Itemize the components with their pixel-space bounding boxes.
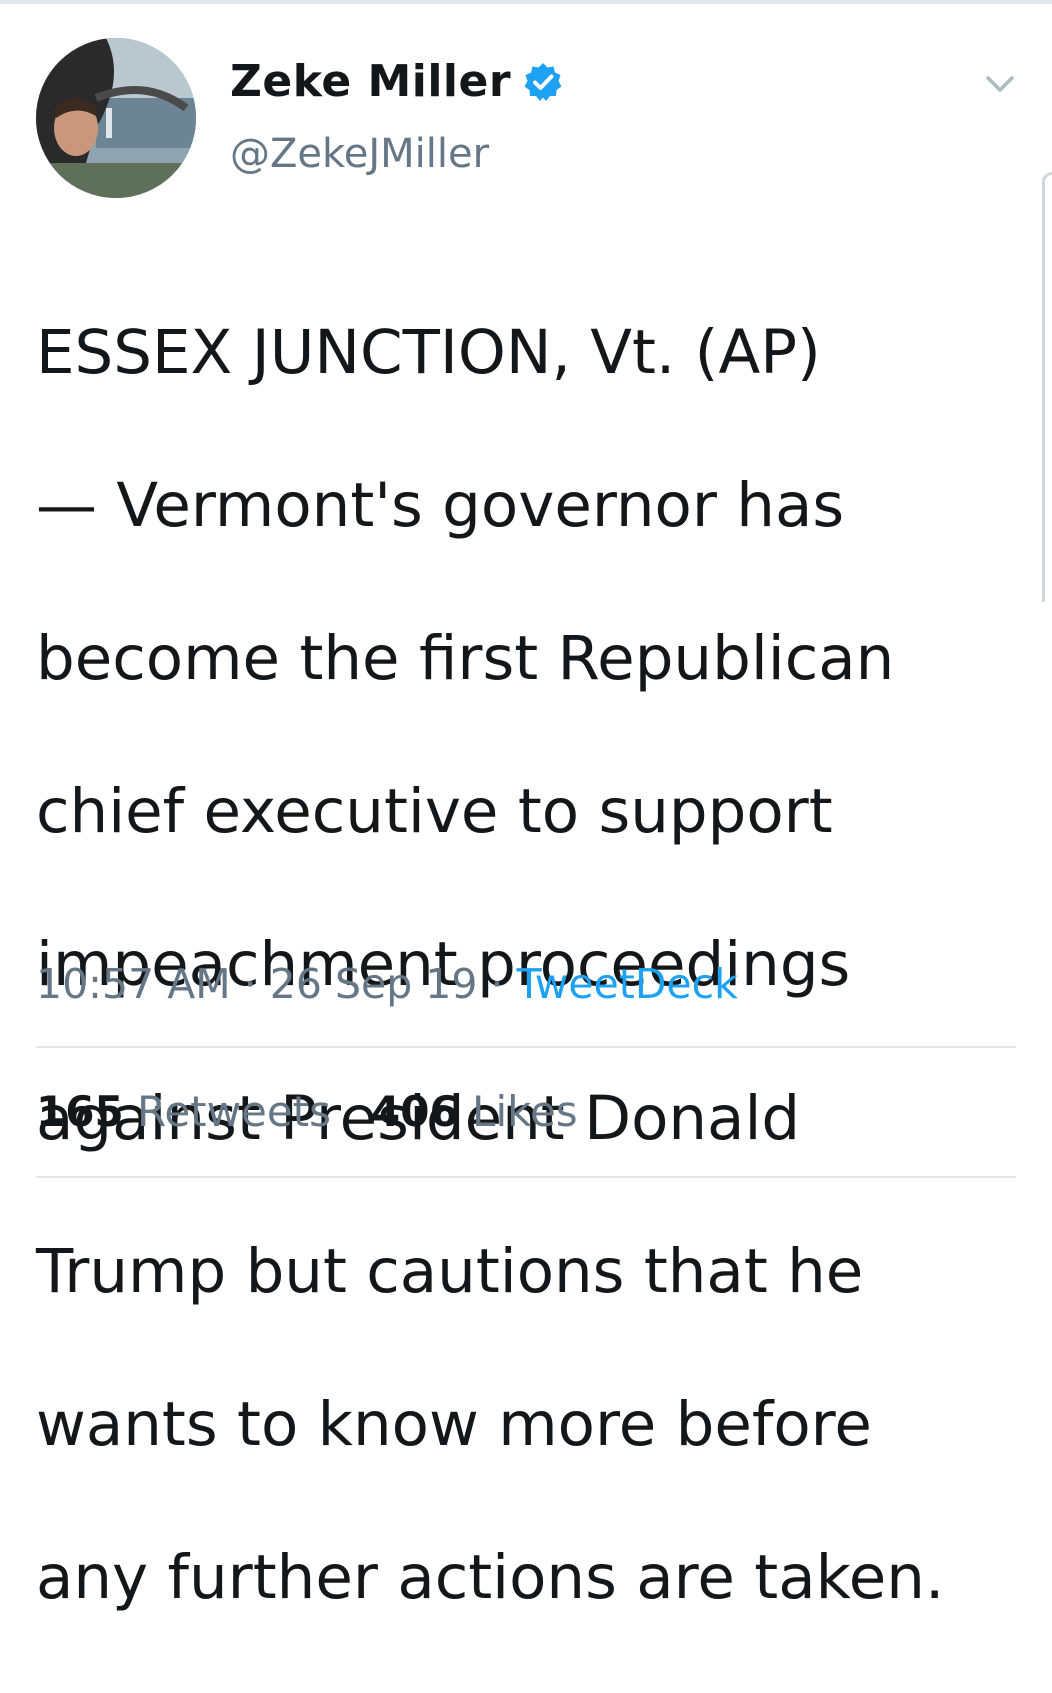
- tweet-text-line: ESSEX JUNCTION, Vt. (AP): [36, 316, 821, 388]
- likes-label: Likes: [472, 1087, 578, 1136]
- tweet-text-line: — Vermont's governor has: [36, 469, 845, 541]
- chevron-down-icon[interactable]: [982, 66, 1018, 102]
- likes-count: 406: [371, 1087, 459, 1136]
- tweet-text-line: become the first Republican: [36, 622, 895, 694]
- retweets-stat[interactable]: 165 Retweets: [36, 1086, 331, 1138]
- retweets-count: 165: [36, 1087, 124, 1136]
- tweet-text-line: wants to know more before: [36, 1388, 872, 1460]
- tweet-text-line: any further actions are taken.: [36, 1542, 945, 1614]
- likes-stat[interactable]: 406 Likes: [371, 1086, 578, 1138]
- divider: [36, 1046, 1016, 1048]
- top-divider: [0, 0, 1052, 4]
- avatar[interactable]: [36, 38, 196, 198]
- tweet-time[interactable]: 10:57 AM: [36, 960, 231, 1008]
- display-name[interactable]: Zeke Miller: [230, 56, 511, 108]
- meta-separator: ·: [477, 960, 517, 1008]
- user-handle[interactable]: @ZekeJMiller: [230, 130, 489, 178]
- scroll-edge-indicator: [1042, 172, 1052, 602]
- tweet-meta: 10:57 AM · 26 Sep 19 · TweetDeck: [36, 958, 738, 1010]
- avatar-photo: [36, 38, 196, 198]
- meta-separator: ·: [230, 960, 270, 1008]
- verified-badge-icon: [524, 63, 562, 101]
- retweets-label: Retweets: [137, 1087, 332, 1136]
- tweet-text-line: Trump but cautions that he: [36, 1235, 864, 1307]
- tweet-source-link[interactable]: TweetDeck: [517, 960, 738, 1008]
- tweet-text-line: chief executive to support: [36, 776, 833, 848]
- tweet-stats: 165 Retweets 406 Likes: [36, 1086, 578, 1138]
- tweet-date[interactable]: 26 Sep 19: [270, 960, 478, 1008]
- name-row: Zeke Miller: [230, 56, 563, 108]
- divider: [36, 1176, 1016, 1178]
